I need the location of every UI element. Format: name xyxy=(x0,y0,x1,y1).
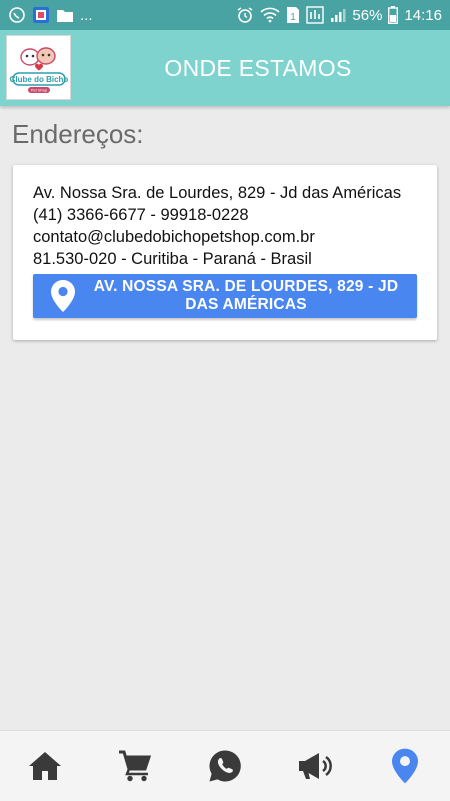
alarm-icon xyxy=(236,6,254,24)
wifi-icon xyxy=(260,7,280,23)
map-button-line2: DAS AMÉRICAS xyxy=(185,296,307,313)
address-street: Av. Nossa Sra. de Lourdes, 829 - Jd das … xyxy=(33,184,402,202)
map-button-line1: AV. NOSSA SRA. DE LOURDES, 829 - JD xyxy=(93,278,399,295)
app-notification-icon xyxy=(32,6,50,24)
cart-icon xyxy=(119,750,152,782)
page-title: ONDE ESTAMOS xyxy=(164,54,352,81)
whatsapp-status-icon xyxy=(8,6,26,24)
open-map-button[interactable]: AV. NOSSA SRA. DE LOURDES, 829 - JD DAS … xyxy=(33,274,417,318)
status-bar-left: ... xyxy=(8,6,93,24)
whatsapp-icon xyxy=(209,750,241,782)
location-pin-icon xyxy=(392,748,418,784)
map-button-label: AV. NOSSA SRA. DE LOURDES, 829 - JD DAS … xyxy=(85,278,407,314)
status-time: 14:16 xyxy=(404,6,442,24)
address-email[interactable]: contato@clubedobichopetshop.com.br xyxy=(33,226,417,248)
megaphone-icon xyxy=(299,753,332,779)
bottom-nav xyxy=(0,730,450,801)
status-bar-right: 1 56% 14:16 xyxy=(236,6,442,24)
nav-item-home[interactable] xyxy=(15,736,75,796)
address-card: Av. Nossa Sra. de Lourdes, 829 - Jd das … xyxy=(13,165,437,340)
signal-icon xyxy=(330,7,346,23)
svg-text:1: 1 xyxy=(291,12,297,23)
folder-icon xyxy=(56,7,74,23)
status-overflow: ... xyxy=(80,6,93,24)
nav-item-promotions[interactable] xyxy=(285,736,345,796)
nav-item-cart[interactable] xyxy=(105,736,165,796)
address-phone[interactable]: (41) 3366-6677 - 99918-0228 xyxy=(33,204,417,226)
home-icon xyxy=(29,752,61,780)
nav-item-location[interactable] xyxy=(375,736,435,796)
nav-item-whatsapp[interactable] xyxy=(195,736,255,796)
status-bar: ... 1 56% 14:16 xyxy=(0,0,450,30)
battery-percent: 56% xyxy=(352,6,383,24)
section-title: Endereços: xyxy=(12,119,144,149)
battery-icon xyxy=(388,6,399,24)
sim-icon: 1 xyxy=(286,6,300,24)
map-pin-icon xyxy=(51,280,75,312)
data-icon xyxy=(306,6,325,24)
address-city: 81.530-020 - Curitiba - Paraná - Brasil xyxy=(33,250,312,268)
app-header: Clube do Bicho Pet Shop ONDE ESTAMOS xyxy=(0,30,450,106)
